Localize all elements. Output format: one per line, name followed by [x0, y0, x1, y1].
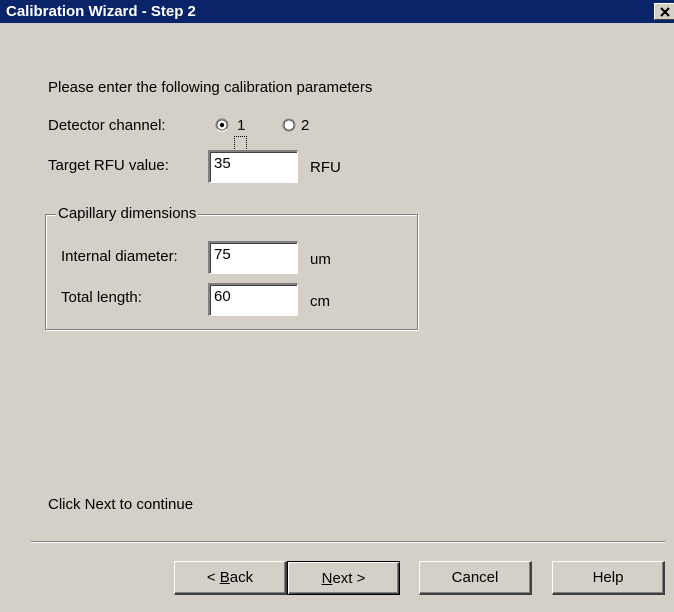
back-button-prefix: <: [206, 569, 220, 586]
target-rfu-unit: RFU: [310, 159, 341, 176]
footer-separator-highlight: [31, 542, 665, 543]
back-button[interactable]: < Back: [174, 561, 287, 595]
close-icon: [660, 7, 670, 17]
radio-unselected-icon: [282, 118, 296, 132]
next-button-suffix: >: [352, 569, 366, 587]
footer-hint-text: Click Next to continue: [48, 496, 194, 513]
next-button-rest: ext: [332, 569, 353, 587]
cancel-button[interactable]: Cancel: [419, 561, 532, 595]
target-rfu-input[interactable]: 35: [208, 150, 298, 183]
detector-channel-2-label[interactable]: 2: [301, 117, 309, 134]
title-bar: Calibration Wizard - Step 2: [0, 0, 674, 23]
detector-channel-label: Detector channel:: [48, 117, 166, 134]
detector-channel-1-label[interactable]: 1: [237, 117, 245, 134]
next-button[interactable]: Next >: [287, 561, 400, 595]
internal-diameter-label: Internal diameter:: [61, 248, 178, 265]
capillary-dimensions-legend: Capillary dimensions: [56, 205, 199, 222]
internal-diameter-input[interactable]: 75: [208, 241, 298, 274]
target-rfu-label: Target RFU value:: [48, 157, 169, 174]
calibration-wizard-dialog: Calibration Wizard - Step 2 Please enter…: [0, 0, 674, 612]
radio-selected-icon: [215, 118, 229, 132]
help-button[interactable]: Help: [552, 561, 665, 595]
window-title: Calibration Wizard - Step 2: [6, 3, 196, 20]
close-button[interactable]: [654, 3, 674, 20]
next-button-mnemonic: N: [321, 569, 333, 587]
detector-channel-1-radio[interactable]: [215, 118, 229, 132]
instructions-text: Please enter the following calibration p…: [48, 79, 373, 96]
total-length-unit: cm: [310, 293, 330, 310]
back-button-mnemonic: B: [219, 569, 230, 586]
total-length-input[interactable]: 60: [208, 283, 298, 316]
total-length-label: Total length:: [61, 289, 142, 306]
internal-diameter-unit: um: [310, 251, 331, 268]
back-button-rest: ack: [229, 569, 254, 586]
detector-channel-2-radio[interactable]: [282, 118, 296, 132]
